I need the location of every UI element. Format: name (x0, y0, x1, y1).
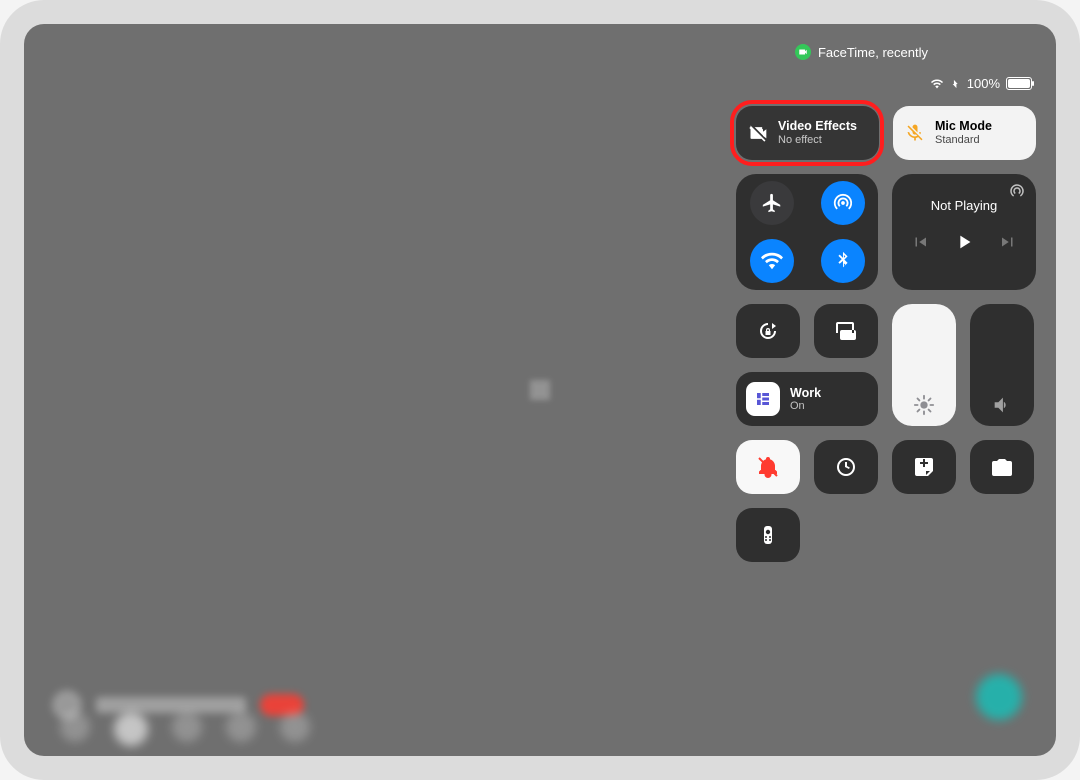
note-add-icon (912, 455, 936, 479)
orientation-lock-icon (756, 319, 780, 343)
next-track-icon[interactable] (999, 233, 1017, 251)
wifi-icon (929, 78, 945, 90)
quick-note-button[interactable] (892, 440, 956, 494)
status-pill-facetime[interactable]: FaceTime, recently (795, 44, 928, 60)
video-effects-sub: No effect (778, 134, 857, 146)
airdrop-icon (832, 192, 854, 214)
silent-mode-button[interactable] (736, 440, 800, 494)
wifi-icon (761, 250, 783, 272)
apple-tv-remote-button[interactable] (736, 508, 800, 562)
camera-button[interactable] (970, 440, 1034, 494)
audio-route-icon[interactable] (1008, 182, 1026, 200)
status-pill-label: FaceTime, recently (818, 45, 928, 60)
mic-off-icon (905, 123, 925, 143)
wifi-button[interactable] (750, 239, 794, 283)
status-bar: 100% (929, 76, 1032, 91)
focus-sub: On (790, 400, 821, 412)
prev-track-icon[interactable] (911, 233, 929, 251)
connectivity-tile[interactable] (736, 174, 878, 290)
mic-mode-button[interactable]: Mic Mode Standard (893, 106, 1036, 160)
volume-icon (991, 394, 1013, 416)
focus-button[interactable]: Work On (736, 372, 878, 426)
volume-slider[interactable] (970, 304, 1034, 426)
remote-icon (756, 523, 780, 547)
charging-icon (951, 77, 961, 91)
brightness-icon (913, 394, 935, 416)
mic-mode-title: Mic Mode (935, 120, 992, 134)
airplane-icon (761, 192, 783, 214)
timer-icon (834, 455, 858, 479)
battery-percent: 100% (967, 76, 1000, 91)
camera-icon (990, 455, 1014, 479)
screen: FaceTime, recently 100% Video Effects No… (24, 24, 1056, 756)
camera-indicator-icon (795, 44, 811, 60)
play-icon[interactable] (953, 231, 975, 253)
screen-mirroring-button[interactable] (814, 304, 878, 358)
orientation-lock-button[interactable] (736, 304, 800, 358)
brightness-slider[interactable] (892, 304, 956, 426)
airplane-mode-button[interactable] (750, 181, 794, 225)
bluetooth-icon (832, 250, 854, 272)
facetime-controls-blur (60, 712, 310, 756)
ipad-frame: FaceTime, recently 100% Video Effects No… (0, 0, 1080, 780)
bluetooth-button[interactable] (821, 239, 865, 283)
video-effects-button[interactable]: Video Effects No effect (736, 106, 879, 160)
background-blur-element (530, 380, 550, 400)
focus-work-icon (746, 382, 780, 416)
video-effects-title: Video Effects (778, 120, 857, 134)
now-playing-title: Not Playing (931, 198, 997, 213)
focus-title: Work (790, 386, 821, 400)
screen-mirroring-icon (834, 319, 858, 343)
mic-mode-sub: Standard (935, 134, 992, 146)
self-view-blur (976, 674, 1022, 720)
now-playing-tile[interactable]: Not Playing (892, 174, 1036, 290)
battery-icon (1006, 77, 1032, 90)
control-center: Video Effects No effect Mic Mode Standar… (736, 106, 1036, 562)
bell-off-icon (756, 455, 780, 479)
video-off-icon (748, 123, 768, 143)
airdrop-button[interactable] (821, 181, 865, 225)
timer-button[interactable] (814, 440, 878, 494)
